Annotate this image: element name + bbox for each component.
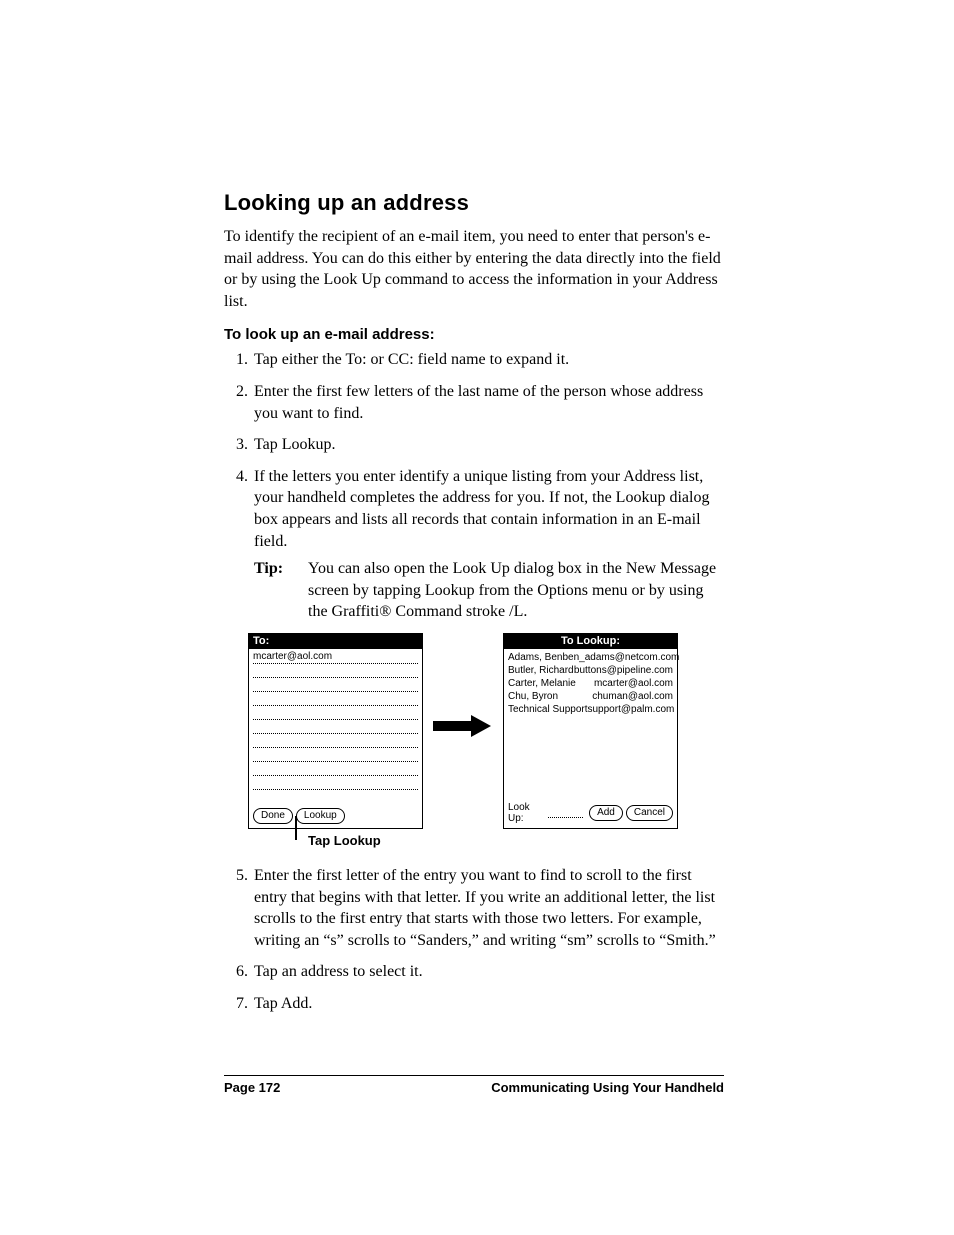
figure: To: mcarter@aol.com Done Lookup: [248, 633, 683, 863]
contact-row[interactable]: Chu, Byron chuman@aol.com: [508, 690, 673, 703]
contact-row[interactable]: Carter, Melanie mcarter@aol.com: [508, 677, 673, 690]
contact-row[interactable]: Technical Support support@palm.com: [508, 703, 673, 716]
contact-name: Technical Support: [508, 703, 588, 716]
to-panel-title: To:: [249, 634, 422, 649]
footer-page-number: Page 172: [224, 1080, 280, 1095]
done-button[interactable]: Done: [253, 808, 293, 824]
lookup-panel: To Lookup: Adams, Ben ben_adams@netcom.c…: [503, 633, 678, 829]
procedure-subhead: To look up an e-mail address:: [224, 326, 724, 343]
callout-line: [295, 816, 297, 840]
page: Looking up an address To identify the re…: [0, 0, 954, 1235]
steps-list-a: Tap either the To: or CC: field name to …: [224, 349, 724, 623]
step-item: Tap Add.: [252, 993, 724, 1015]
lookup-panel-footer: Look Up: Add Cancel: [508, 802, 673, 824]
to-input-line[interactable]: [253, 707, 418, 720]
contact-row[interactable]: Adams, Ben ben_adams@netcom.com: [508, 651, 673, 664]
step-item: If the letters you enter identify a uniq…: [252, 466, 724, 623]
to-input-line[interactable]: [253, 665, 418, 678]
section-heading: Looking up an address: [224, 190, 724, 216]
lookup-button[interactable]: Lookup: [296, 808, 345, 824]
tip-body: You can also open the Look Up dialog box…: [308, 558, 724, 623]
to-input-line[interactable]: [253, 735, 418, 748]
to-input-line[interactable]: [253, 679, 418, 692]
contact-row[interactable]: Butler, Richard buttons@pipeline.com: [508, 664, 673, 677]
steps-list-b: Enter the first letter of the entry you …: [224, 865, 724, 1015]
step-item: Enter the first letter of the entry you …: [252, 865, 724, 951]
to-input-line[interactable]: [253, 777, 418, 790]
lookup-panel-body: Adams, Ben ben_adams@netcom.com Butler, …: [504, 649, 677, 716]
to-panel-footer: Done Lookup: [253, 808, 418, 824]
cancel-button[interactable]: Cancel: [626, 805, 673, 821]
to-input-line[interactable]: [253, 721, 418, 734]
contact-name: Chu, Byron: [508, 690, 558, 703]
footer-chapter-title: Communicating Using Your Handheld: [491, 1080, 724, 1095]
contact-name: Butler, Richard: [508, 664, 574, 677]
lookup-input[interactable]: [548, 807, 583, 818]
to-input-line[interactable]: [253, 693, 418, 706]
tip-label: Tip:: [254, 558, 308, 623]
lookup-field-label: Look Up:: [508, 802, 545, 824]
contact-email: ben_adams@netcom.com: [562, 651, 679, 664]
arrow-icon: [433, 715, 491, 737]
step-item: Enter the first few letters of the last …: [252, 381, 724, 424]
lookup-panel-title: To Lookup:: [504, 634, 677, 649]
to-input-line[interactable]: [253, 763, 418, 776]
page-footer: Page 172 Communicating Using Your Handhe…: [224, 1075, 724, 1095]
contact-name: Adams, Ben: [508, 651, 562, 664]
intro-paragraph: To identify the recipient of an e-mail i…: [224, 226, 724, 312]
to-input-line[interactable]: [253, 749, 418, 762]
contact-email: support@palm.com: [588, 703, 675, 716]
add-button[interactable]: Add: [589, 805, 623, 821]
tip-block: Tip: You can also open the Look Up dialo…: [254, 558, 724, 623]
figure-callout: Tap Lookup: [308, 833, 381, 848]
contact-email: chuman@aol.com: [592, 690, 673, 703]
step-text: If the letters you enter identify a uniq…: [254, 468, 709, 550]
contact-name: Carter, Melanie: [508, 677, 576, 690]
to-panel: To: mcarter@aol.com Done Lookup: [248, 633, 423, 829]
step-item: Tap an address to select it.: [252, 961, 724, 983]
to-input-line[interactable]: mcarter@aol.com: [253, 651, 418, 664]
step-item: Tap either the To: or CC: field name to …: [252, 349, 724, 371]
contact-email: mcarter@aol.com: [594, 677, 673, 690]
to-panel-body: mcarter@aol.com: [249, 649, 422, 790]
step-item: Tap Lookup.: [252, 434, 724, 456]
contact-email: buttons@pipeline.com: [574, 664, 673, 677]
